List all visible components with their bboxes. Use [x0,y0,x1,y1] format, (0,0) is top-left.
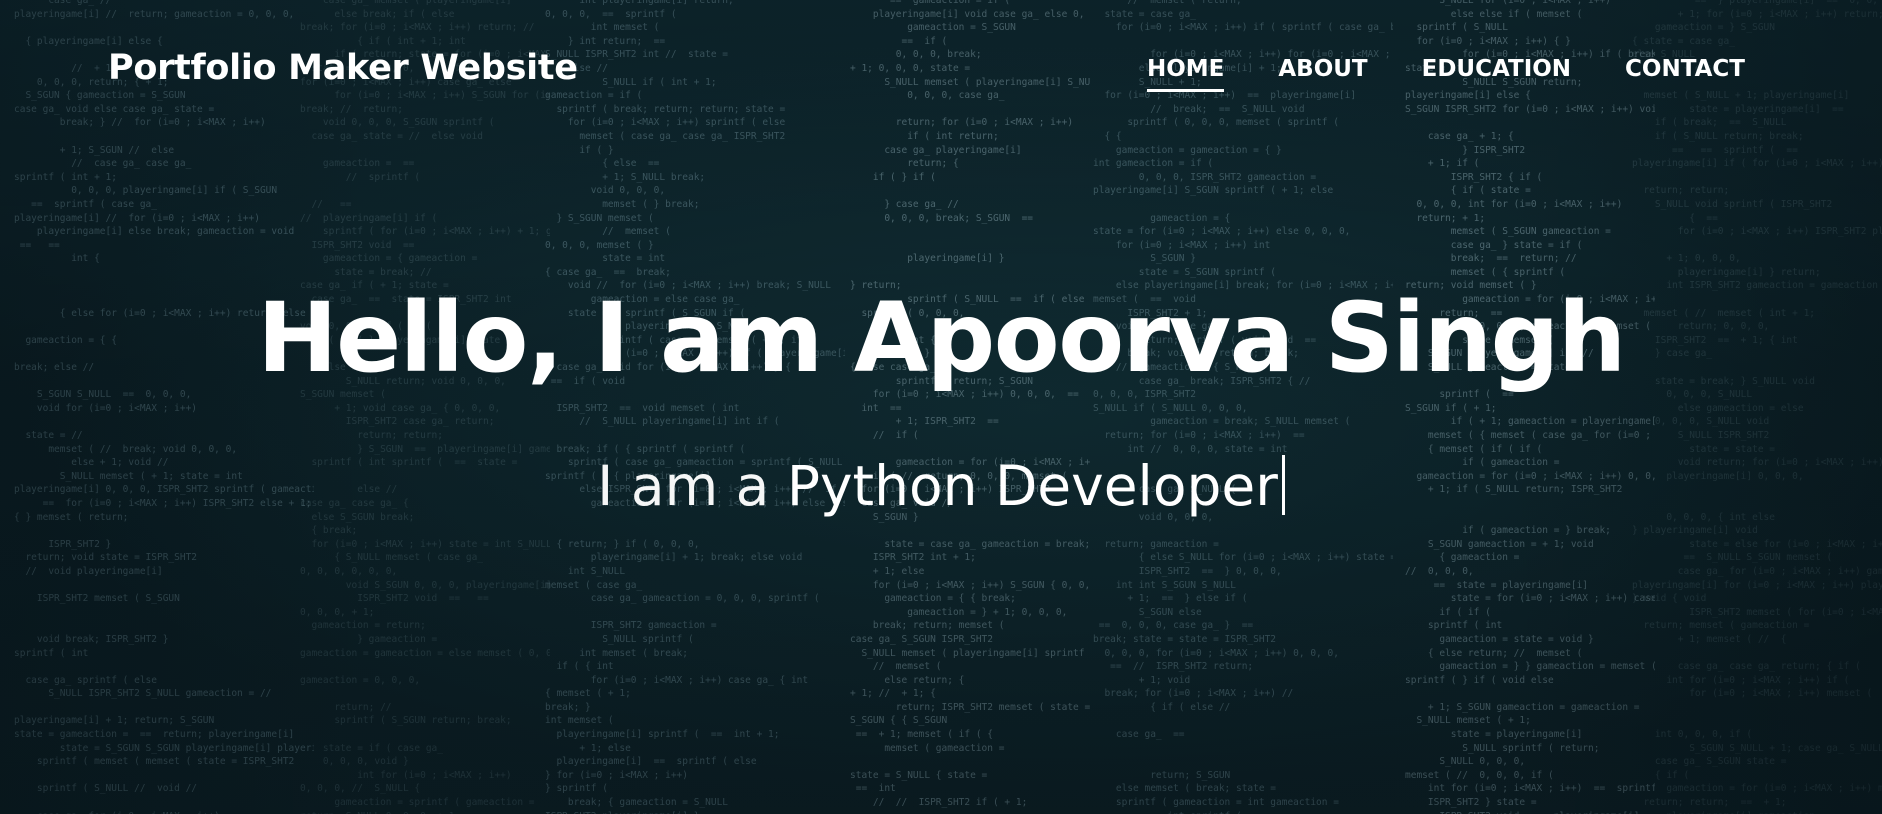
nav-link-education[interactable]: EDUCATION [1422,56,1571,92]
nav-link-contact[interactable]: CONTACT [1625,56,1745,92]
typing-cursor [1281,455,1285,515]
nav-link-about[interactable]: ABOUT [1278,56,1367,92]
hero-typed-text: Python Developer [786,454,1278,518]
hero-subtitle: I am a Python Developer [0,454,1882,518]
hero-subtitle-prefix: I am a [597,454,787,518]
hero-title: Hello, I am Apoorva Singh [257,282,1626,394]
hero-background: case ga_ // playeringame[i] // return; g… [0,0,1882,814]
nav-link-home[interactable]: HOME [1146,56,1225,92]
navbar: Portfolio Maker Website HOME ABOUT EDUCA… [0,0,1882,110]
nav-links: HOME ABOUT EDUCATION CONTACT [1146,56,1745,92]
background-vignette [0,0,1882,814]
brand-logo-link[interactable]: Portfolio Maker Website [108,48,578,88]
